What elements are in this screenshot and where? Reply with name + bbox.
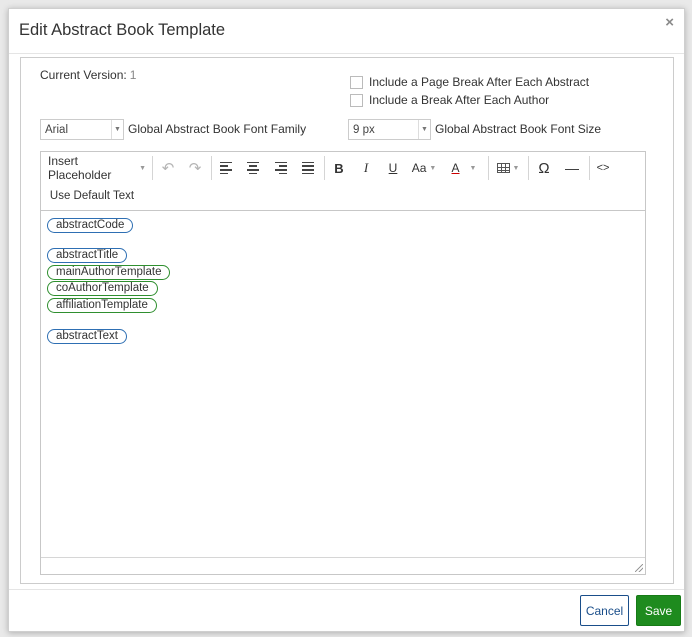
font-size-dropdown[interactable]: Aa ▼ — [409, 157, 439, 179]
rich-text-editor[interactable]: Insert Placeholder ▼ ↶ ↷ B I U Aa ▼ A ▼ … — [40, 151, 646, 575]
close-icon[interactable]: × — [665, 14, 674, 31]
chevron-down-icon: ▼ — [418, 120, 430, 139]
font-color-icon: A — [451, 161, 460, 175]
dialog-header: Edit Abstract Book Template × — [9, 9, 684, 54]
edit-template-dialog: Edit Abstract Book Template × Current Ve… — [8, 8, 685, 632]
code-view-icon[interactable]: <> — [592, 157, 614, 179]
align-left-icon[interactable] — [215, 157, 237, 179]
table-icon — [496, 163, 510, 173]
page-break-option[interactable]: Include a Page Break After Each Abstract — [350, 75, 589, 89]
dialog-body: Current Version: 1 Include a Page Break A… — [20, 57, 674, 584]
chevron-down-icon: ▼ — [512, 164, 520, 172]
undo-icon[interactable]: ↶ — [157, 157, 179, 179]
chevron-down-icon: ▼ — [469, 164, 477, 172]
font-size-value: 9 px — [353, 124, 375, 136]
font-size-icon: Aa — [411, 161, 427, 175]
chevron-down-icon: ▼ — [111, 120, 123, 139]
current-version: Current Version: 1 — [40, 68, 136, 82]
redo-icon[interactable]: ↷ — [184, 157, 206, 179]
placeholder-chip[interactable]: abstractText — [47, 329, 127, 344]
special-character-icon[interactable]: Ω — [533, 157, 555, 179]
dialog-footer: Cancel Save — [9, 589, 684, 631]
align-justify-icon[interactable] — [297, 157, 319, 179]
current-version-label: Current Version: — [40, 68, 127, 82]
page-break-checkbox[interactable] — [350, 75, 363, 89]
placeholder-chip[interactable]: affiliationTemplate — [47, 298, 157, 313]
toolbar-divider — [488, 156, 489, 180]
table-dropdown[interactable]: ▼ — [494, 157, 522, 179]
author-break-label: Include a Break After Each Author — [369, 93, 550, 107]
author-break-checkbox[interactable] — [350, 93, 363, 107]
chevron-down-icon: ▼ — [139, 164, 146, 172]
font-color-dropdown[interactable]: A ▼ — [446, 157, 482, 179]
font-size-select[interactable]: 9 px ▼ — [348, 119, 431, 140]
editor-toolbar: Insert Placeholder ▼ ↶ ↷ B I U Aa ▼ A ▼ … — [41, 152, 645, 211]
page-break-label: Include a Page Break After Each Abstract — [369, 75, 590, 89]
insert-placeholder-dropdown[interactable]: Insert Placeholder ▼ — [48, 154, 146, 182]
placeholder-chip[interactable]: mainAuthorTemplate — [47, 265, 171, 280]
horizontal-rule-icon[interactable]: — — [560, 157, 584, 179]
author-break-option[interactable]: Include a Break After Each Author — [350, 93, 549, 107]
font-family-select[interactable]: Arial ▼ — [40, 119, 124, 140]
toolbar-divider — [528, 156, 529, 180]
insert-placeholder-label: Insert Placeholder — [48, 154, 112, 182]
resize-handle-icon[interactable] — [635, 564, 643, 572]
toolbar-divider — [152, 156, 153, 180]
toolbar-divider — [211, 156, 212, 180]
editor-statusbar — [41, 557, 645, 574]
align-right-icon[interactable] — [270, 157, 292, 179]
align-center-icon[interactable] — [242, 157, 264, 179]
font-size-label: Global Abstract Book Font Size — [435, 122, 602, 136]
bold-icon[interactable]: B — [328, 157, 350, 179]
font-family-value: Arial — [45, 124, 69, 136]
placeholder-chip[interactable]: abstractCode — [47, 218, 134, 233]
placeholder-chip[interactable]: abstractTitle — [47, 248, 128, 263]
dialog-title: Edit Abstract Book Template — [19, 21, 226, 39]
chevron-down-icon: ▼ — [429, 164, 437, 172]
cancel-button[interactable]: Cancel — [580, 595, 629, 626]
underline-icon[interactable]: U — [382, 157, 404, 179]
italic-icon[interactable]: I — [355, 157, 377, 179]
save-button[interactable]: Save — [636, 595, 681, 626]
toolbar-divider — [324, 156, 325, 180]
current-version-value: 1 — [129, 68, 137, 82]
font-family-label: Global Abstract Book Font Family — [128, 122, 307, 136]
placeholder-chip[interactable]: coAuthorTemplate — [47, 281, 158, 296]
toolbar-divider — [589, 156, 590, 180]
use-default-text-button[interactable]: Use Default Text — [47, 185, 137, 207]
